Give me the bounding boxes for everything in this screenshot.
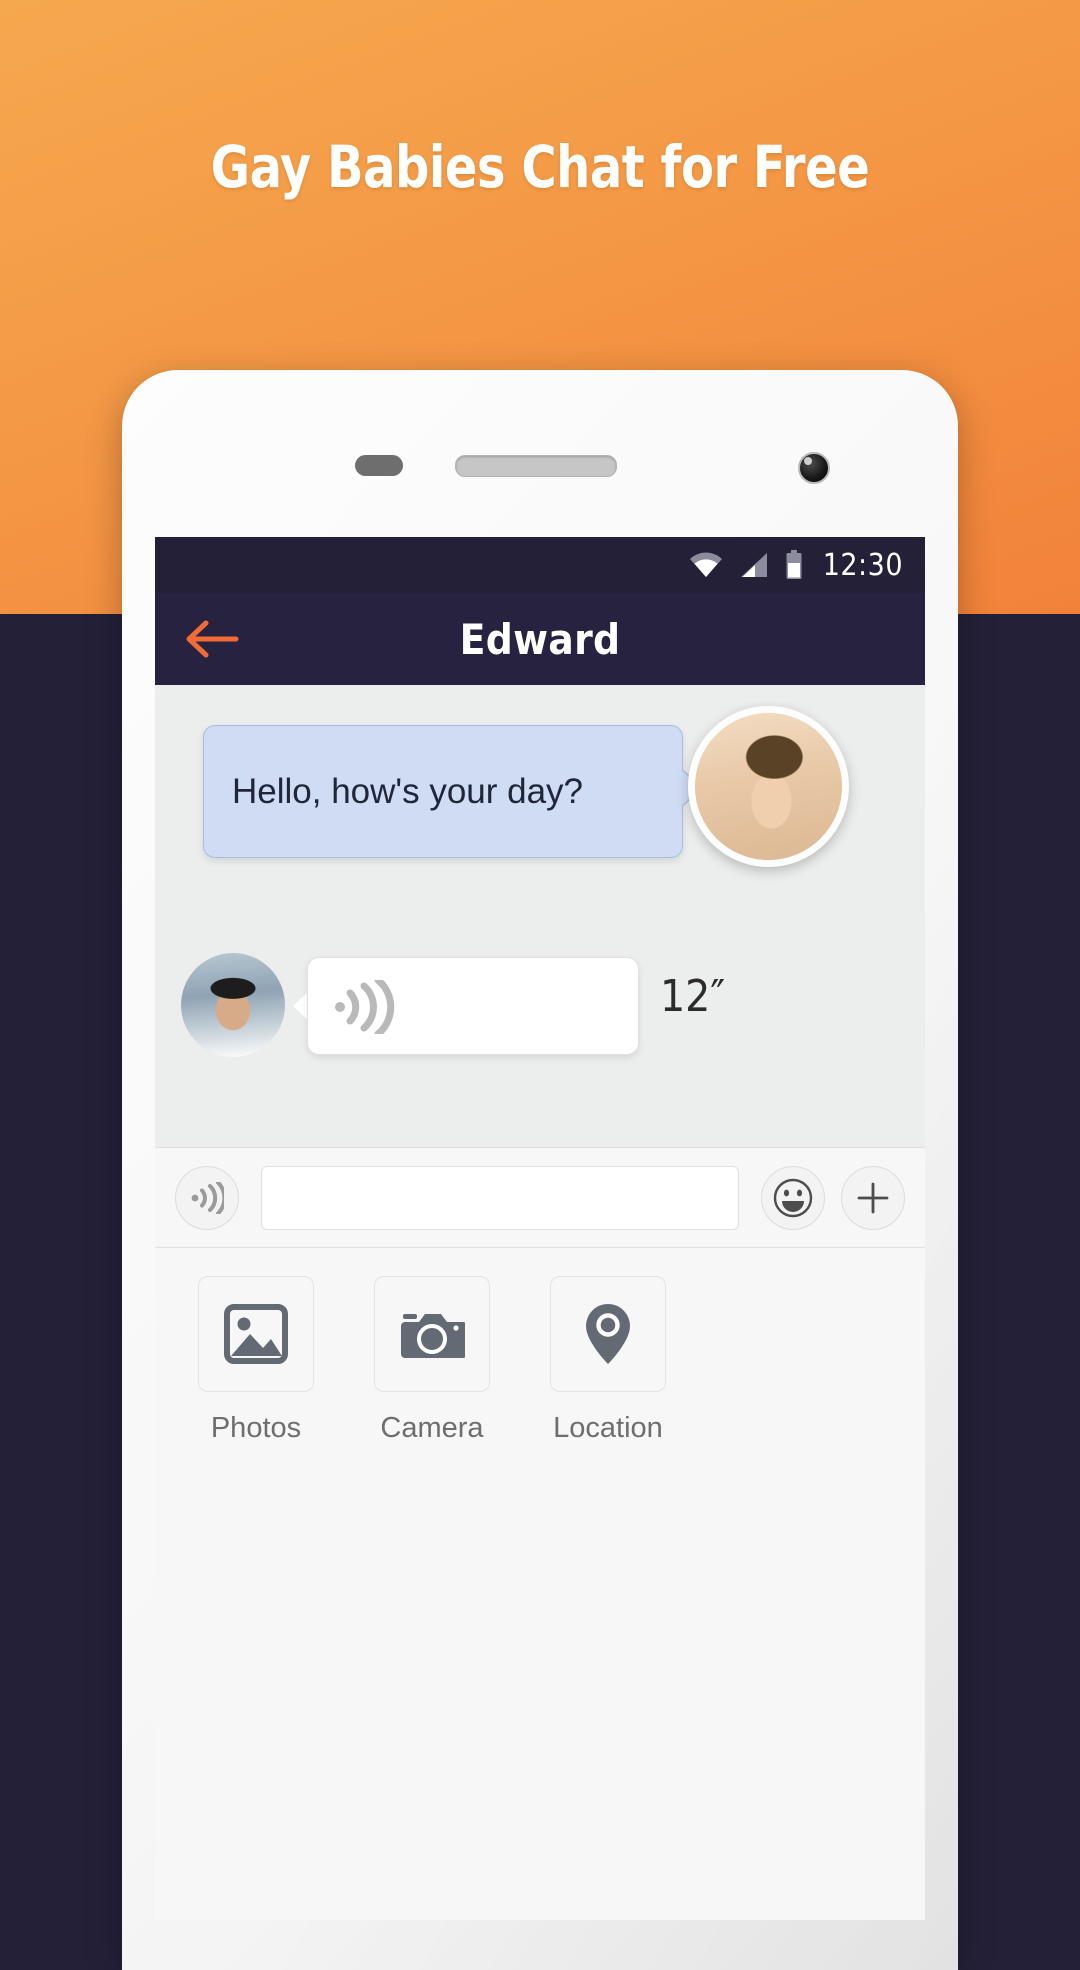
- emoji-smiley-icon: [773, 1178, 813, 1217]
- proximity-sensor: [355, 455, 403, 476]
- emoji-button[interactable]: [761, 1165, 825, 1230]
- attachment-location-tile[interactable]: [550, 1276, 666, 1392]
- battery-icon: [786, 550, 802, 579]
- status-bar-clock: 12:30: [822, 547, 903, 583]
- photo-icon: [224, 1304, 288, 1364]
- voice-record-button[interactable]: [175, 1165, 239, 1230]
- attachment-row: Photos Camera Location: [155, 1276, 925, 1445]
- chat-bubble-incoming[interactable]: Hello, how's your day?: [203, 725, 683, 858]
- attachment-camera-tile[interactable]: [374, 1276, 490, 1392]
- camera-icon: [401, 1314, 465, 1358]
- attachment-location[interactable]: Location: [533, 1276, 683, 1445]
- plus-icon: [857, 1182, 889, 1213]
- front-camera-glint: [804, 457, 812, 465]
- self-avatar-photo: [181, 953, 285, 1057]
- sound-wave-icon: [335, 980, 395, 1034]
- attachment-location-label: Location: [553, 1412, 663, 1444]
- cellular-signal-icon: [740, 553, 767, 577]
- front-camera-icon: [798, 452, 830, 484]
- attachment-photos[interactable]: Photos: [181, 1276, 331, 1445]
- chat-bubble-text: Hello, how's your day?: [232, 771, 584, 811]
- voice-duration-label: 12″: [660, 971, 726, 1022]
- attachment-camera[interactable]: Camera: [357, 1276, 507, 1445]
- back-button[interactable]: [181, 615, 243, 663]
- phone-screen: 12:30 Edward Hello, how's your day? 12″ …: [155, 537, 925, 1920]
- back-arrow-icon: [186, 620, 239, 658]
- message-input[interactable]: [261, 1165, 739, 1230]
- message-row-voice: 12″: [155, 953, 925, 1073]
- attachment-photos-tile[interactable]: [198, 1276, 314, 1392]
- message-input-bar: [155, 1148, 925, 1248]
- voice-record-icon: [191, 1181, 224, 1214]
- peer-avatar[interactable]: [688, 706, 849, 867]
- wifi-icon: [689, 552, 722, 577]
- peer-avatar-photo: [695, 713, 842, 860]
- attachment-panel: Photos Camera Location: [155, 1248, 925, 1920]
- chat-bubble-voice[interactable]: [307, 957, 639, 1055]
- attachment-camera-label: Camera: [380, 1412, 484, 1444]
- attachment-photos-label: Photos: [210, 1412, 302, 1444]
- chat-message-list[interactable]: Hello, how's your day? 12″: [155, 685, 925, 1148]
- location-pin-icon: [586, 1304, 630, 1364]
- status-bar: 12:30: [155, 537, 925, 593]
- promo-headline: Gay Babies Chat for Free: [210, 133, 870, 201]
- app-bar: Edward: [155, 593, 925, 685]
- self-avatar[interactable]: [181, 953, 285, 1057]
- add-attachment-button[interactable]: [841, 1165, 905, 1230]
- page-title: Edward: [459, 614, 621, 664]
- earpiece-speaker: [455, 455, 617, 477]
- message-row-incoming: Hello, how's your day?: [155, 706, 925, 890]
